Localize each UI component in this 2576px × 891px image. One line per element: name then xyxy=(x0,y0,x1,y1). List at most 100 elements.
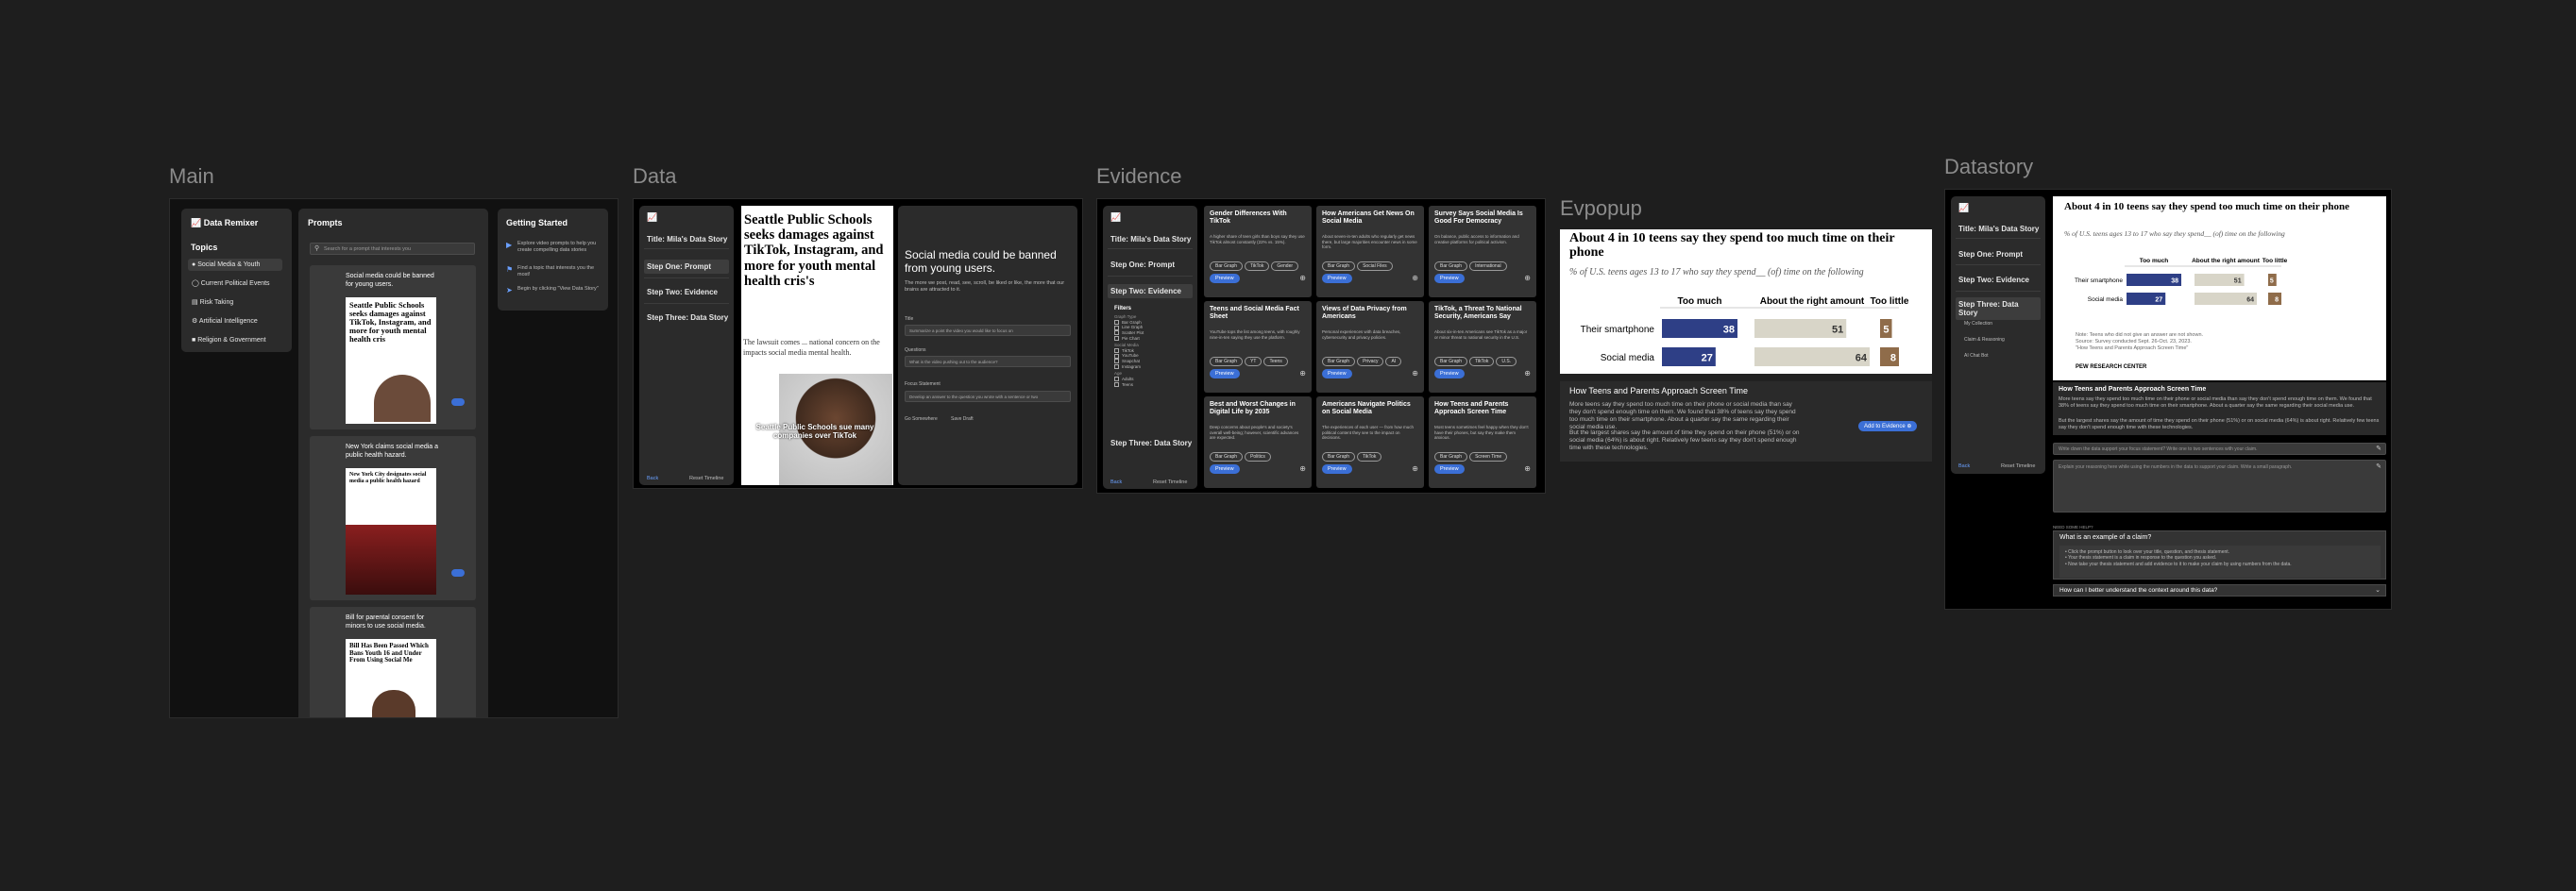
preview-button[interactable]: Preview xyxy=(1322,274,1352,283)
save-draft-link[interactable]: Save Draft xyxy=(951,416,974,422)
q1-input[interactable]: Summarize a point the video you would li… xyxy=(905,325,1071,336)
back-link[interactable]: Back xyxy=(1110,479,1122,486)
evidence-card[interactable]: How Americans Get News On Social Media Ab… xyxy=(1316,206,1424,297)
add-circle-icon[interactable]: ⊕ xyxy=(1412,274,1418,282)
tag-chip[interactable]: Privacy xyxy=(1357,357,1384,366)
tag-chip[interactable]: Bar Graph xyxy=(1434,357,1468,366)
faq-item-context[interactable]: How can I better understand the context … xyxy=(2053,584,2386,597)
view-button[interactable] xyxy=(451,398,465,406)
step-evidence[interactable]: Step Two: Evidence xyxy=(647,288,718,296)
checkbox[interactable] xyxy=(1114,377,1119,382)
evidence-card[interactable]: TikTok, a Threat To National Security, A… xyxy=(1429,301,1536,393)
prompt-card-2[interactable]: Bill for parental consent for minors to … xyxy=(310,607,476,717)
preview-button[interactable]: Preview xyxy=(1322,369,1352,378)
q2-input[interactable]: What is the video pushing out to the aud… xyxy=(905,356,1071,367)
add-circle-icon[interactable]: ⊕ xyxy=(1299,274,1306,282)
substep-claim[interactable]: Claim & Reasoning xyxy=(1964,337,2005,343)
tag-chip[interactable]: Bar Graph xyxy=(1210,357,1244,366)
claim-input[interactable]: Write down the data support your focus s… xyxy=(2053,443,2386,455)
reset-timeline-link[interactable]: Reset Timeline xyxy=(689,476,723,482)
evidence-card[interactable]: Americans Navigate Politics on Social Me… xyxy=(1316,396,1424,488)
tag-chip[interactable]: Bar Graph xyxy=(1322,261,1356,271)
add-circle-icon[interactable]: ⊕ xyxy=(1299,464,1306,473)
step-evidence[interactable]: Step Two: Evidence xyxy=(1958,276,2029,284)
filter-option[interactable]: Instagram xyxy=(1114,364,1190,370)
back-link[interactable]: Back xyxy=(647,476,658,482)
reset-timeline-link[interactable]: Reset Timeline xyxy=(1153,479,1187,486)
step-prompt[interactable]: Step One: Prompt xyxy=(1958,250,2023,259)
tag-chip[interactable]: TikTok xyxy=(1357,452,1382,462)
checkbox[interactable] xyxy=(1114,335,1119,341)
tag-chip[interactable]: Bar Graph xyxy=(1210,261,1244,271)
tag-chip[interactable]: Bar Graph xyxy=(1434,452,1468,462)
topic-item-3[interactable]: ⚙ Artificial Intelligence xyxy=(192,318,270,337)
evidence-card[interactable]: Best and Worst Changes in Digital Life b… xyxy=(1204,396,1312,488)
tag-chip[interactable]: Screen Time xyxy=(1469,452,1508,462)
preview-button[interactable]: Preview xyxy=(1210,464,1240,474)
pencil-icon[interactable]: ✎ xyxy=(2376,445,2381,452)
tag-chip[interactable]: U.S. xyxy=(1496,357,1517,366)
reasoning-input[interactable]: Explain your reasoning here while using … xyxy=(2053,460,2386,513)
evidence-card[interactable]: Gender Differences With TikTok A higher s… xyxy=(1204,206,1312,297)
preview-button[interactable]: Preview xyxy=(1434,369,1465,378)
checkbox[interactable] xyxy=(1114,330,1119,336)
tag-chip[interactable]: Bar Graph xyxy=(1322,452,1356,462)
step-datastory[interactable]: Step Three: Data Story xyxy=(647,313,728,322)
reset-timeline-link[interactable]: Reset Timeline xyxy=(2001,463,2035,470)
checkbox[interactable] xyxy=(1114,348,1119,354)
topic-item-2[interactable]: ▤ Risk Taking xyxy=(192,299,270,318)
checkbox[interactable] xyxy=(1114,319,1119,325)
preview-button[interactable]: Preview xyxy=(1434,464,1465,474)
checkbox[interactable] xyxy=(1114,359,1119,364)
tag-chip[interactable]: Gender xyxy=(1271,261,1299,271)
checkbox[interactable] xyxy=(1114,381,1119,387)
add-circle-icon[interactable]: ⊕ xyxy=(1524,274,1531,282)
checkbox[interactable] xyxy=(1114,325,1119,330)
pencil-icon[interactable]: ✎ xyxy=(2376,462,2381,470)
evidence-card[interactable]: Views of Data Privacy from Americans Pers… xyxy=(1316,301,1424,393)
step-evidence[interactable]: Step Two: Evidence xyxy=(1108,284,1193,298)
step-datastory[interactable]: Step Three: Data Story xyxy=(1110,439,1192,447)
add-circle-icon[interactable]: ⊕ xyxy=(1412,464,1418,473)
q3-input[interactable]: Develop an answer to the question you wr… xyxy=(905,391,1071,402)
tag-chip[interactable]: Bar Graph xyxy=(1434,261,1468,271)
preview-button[interactable]: Preview xyxy=(1210,369,1240,378)
prompt-video[interactable]: Seattle Public Schools seeks damages aga… xyxy=(741,206,893,485)
topic-item-4[interactable]: ■ Religion & Government xyxy=(192,337,270,352)
add-circle-icon[interactable]: ⊕ xyxy=(1524,369,1531,378)
substep-ai-chat[interactable]: AI Chat Bot xyxy=(1964,353,1989,359)
step-prompt[interactable]: Step One: Prompt xyxy=(644,260,729,274)
prompt-card-0[interactable]: Social media could be banned for young u… xyxy=(310,265,476,429)
topic-item-0[interactable]: ● Social Media & Youth xyxy=(192,261,270,280)
faq-item-claim[interactable]: What is an example of a claim? • Click t… xyxy=(2053,530,2386,580)
tag-chip[interactable]: AI xyxy=(1385,357,1402,366)
substep-collection[interactable]: My Collection xyxy=(1964,321,1992,327)
filter-option[interactable]: Teens xyxy=(1114,382,1190,388)
prompt-card-1[interactable]: New York claims social media a public he… xyxy=(310,436,476,600)
tag-chip[interactable]: International xyxy=(1469,261,1507,271)
checkbox[interactable] xyxy=(1114,363,1119,369)
step-prompt[interactable]: Step One: Prompt xyxy=(1110,261,1175,269)
tag-chip[interactable]: TikTok xyxy=(1469,357,1495,366)
add-circle-icon[interactable]: ⊕ xyxy=(1299,369,1306,378)
tag-chip[interactable]: TikTok xyxy=(1245,261,1270,271)
go-somewhere-link[interactable]: Go Somewhere xyxy=(905,416,938,422)
preview-button[interactable]: Preview xyxy=(1434,274,1465,283)
add-to-evidence-button[interactable]: Add to Evidence ⊕ xyxy=(1858,421,1918,431)
add-circle-icon[interactable]: ⊕ xyxy=(1412,369,1418,378)
filter-option[interactable]: Pie Chart xyxy=(1114,336,1190,342)
tag-chip[interactable]: Teens xyxy=(1263,357,1288,366)
step-datastory[interactable]: Step Three: Data Story xyxy=(1956,297,2041,320)
evidence-card[interactable]: Survey Says Social Media Is Good For Dem… xyxy=(1429,206,1536,297)
checkbox[interactable] xyxy=(1114,353,1119,359)
preview-button[interactable]: Preview xyxy=(1210,274,1240,283)
tag-chip[interactable]: YT xyxy=(1245,357,1263,366)
preview-button[interactable]: Preview xyxy=(1322,464,1352,474)
tag-chip[interactable]: Bar Graph xyxy=(1210,452,1244,462)
back-link[interactable]: Back xyxy=(1958,463,1970,470)
tag-chip[interactable]: Bar Graph xyxy=(1322,357,1356,366)
tag-chip[interactable]: Politics xyxy=(1245,452,1271,462)
prompt-search-input[interactable]: ⚲ Search for a prompt that interests you xyxy=(310,243,475,255)
app-logo[interactable]: 📈 Data Remixer xyxy=(191,218,258,228)
tag-chip[interactable]: Social Files xyxy=(1357,261,1393,271)
